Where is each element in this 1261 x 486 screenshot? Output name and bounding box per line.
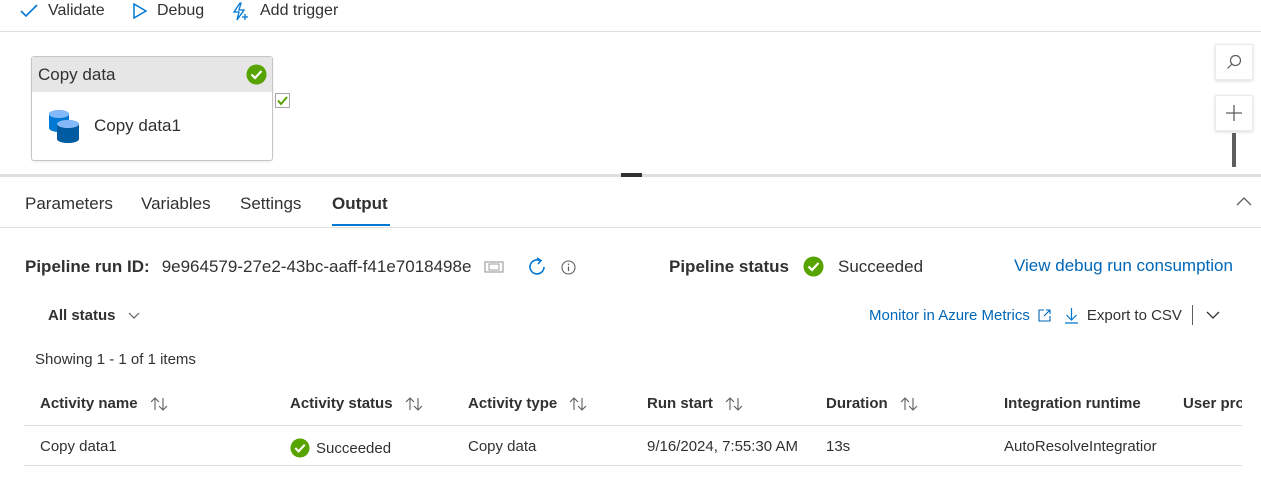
monitor-azure-metrics-link[interactable]: Monitor in Azure Metrics (869, 307, 1030, 324)
column-activity-status[interactable]: Activity status (290, 395, 423, 412)
cell-activity-status: Succeeded (290, 438, 391, 458)
tab-parameters[interactable]: Parameters (25, 194, 113, 214)
checkmark-icon (277, 96, 288, 106)
view-debug-consumption-link[interactable]: View debug run consumption (1014, 256, 1233, 276)
cell-activity-type: Copy data (468, 438, 537, 455)
items-count: Showing 1 - 1 of 1 items (35, 351, 196, 368)
add-trigger-button[interactable]: Add trigger (231, 0, 338, 22)
success-icon (246, 64, 267, 85)
resize-handle[interactable] (621, 173, 642, 177)
column-activity-name[interactable]: Activity name (40, 395, 168, 412)
checkmark-icon (20, 4, 38, 18)
header-divider (24, 425, 1242, 426)
separator (1191, 305, 1193, 325)
refresh-icon[interactable] (526, 256, 548, 278)
export-csv-label: Export to CSV (1086, 306, 1182, 324)
run-id-value: 9e964579-27e2-43bc-aaff-f41e7018498e (161, 257, 472, 276)
trigger-icon (232, 1, 248, 20)
status-text: Succeeded (316, 439, 392, 457)
play-icon (133, 3, 147, 19)
zoom-in-button[interactable] (1215, 95, 1253, 131)
info-icon[interactable] (561, 259, 576, 275)
external-link-icon (1038, 308, 1051, 322)
cell-duration: 13s (826, 438, 851, 455)
add-trigger-label: Add trigger (260, 2, 339, 19)
column-label: Integration runtime (1004, 395, 1141, 412)
activity-header: Copy data (32, 57, 272, 92)
column-run-start[interactable]: Run start (647, 395, 743, 412)
cell-integration-runtime: AutoResolveIntegratior (1004, 438, 1157, 455)
chevron-down-icon (128, 312, 139, 319)
column-user-properties[interactable]: User pro (1183, 395, 1242, 412)
status-filter-dropdown[interactable]: All status (48, 307, 140, 324)
sort-icon (405, 396, 422, 411)
status-value: Succeeded (837, 256, 924, 276)
column-activity-type[interactable]: Activity type (468, 395, 587, 412)
export-csv-button[interactable]: Export to CSV (1064, 306, 1182, 324)
pipeline-toolbar: Validate Debug Add trigger (0, 0, 1261, 32)
tab-variables[interactable]: Variables (141, 194, 211, 214)
zoom-slider[interactable] (1232, 133, 1236, 167)
cell-run-start: 9/16/2024, 7:55:30 AM (647, 438, 798, 455)
pipeline-run-id: Pipeline run ID: 9e964579-27e2-43bc-aaff… (25, 256, 576, 278)
activity-name: Copy data1 (94, 116, 181, 135)
pipeline-canvas[interactable]: Copy data Copy data1 (0, 33, 1261, 175)
success-icon (803, 256, 824, 277)
debug-label: Debug (157, 2, 205, 19)
search-canvas-button[interactable] (1215, 44, 1253, 80)
download-icon (1064, 307, 1078, 324)
column-label: Run start (647, 395, 713, 412)
sort-icon (150, 396, 167, 411)
panel-tabs: Parameters Variables Settings Output (0, 186, 1261, 228)
column-label: Activity status (290, 395, 393, 412)
on-success-port[interactable] (275, 93, 290, 108)
column-label: Activity name (40, 395, 138, 412)
chevron-up-icon[interactable] (1236, 196, 1252, 206)
activity-type-label: Copy data (38, 64, 116, 84)
validate-button[interactable]: Validate (20, 0, 105, 22)
status-label: Pipeline status (669, 256, 789, 276)
column-label: Duration (826, 395, 888, 412)
column-label: Activity type (468, 395, 558, 412)
validate-label: Validate (48, 2, 105, 19)
search-icon (1227, 54, 1242, 69)
chevron-down-icon[interactable] (1206, 311, 1220, 320)
active-tab-indicator (332, 224, 390, 226)
success-icon (290, 438, 310, 458)
activity-body: Copy data1 (32, 92, 272, 160)
run-id-label: Pipeline run ID: (25, 257, 150, 276)
pipeline-status: Pipeline status Succeeded (669, 256, 923, 277)
copy-data-activity[interactable]: Copy data Copy data1 (31, 56, 273, 161)
column-label: User pro (1183, 395, 1242, 412)
status-filter-label: All status (48, 307, 116, 324)
debug-button[interactable]: Debug (133, 0, 204, 22)
tab-settings[interactable]: Settings (240, 194, 301, 214)
sort-icon (900, 396, 918, 411)
row-divider (24, 465, 1242, 466)
tab-output[interactable]: Output (332, 194, 388, 214)
plus-icon (1226, 105, 1242, 121)
column-duration[interactable]: Duration (826, 395, 918, 412)
cell-activity-name[interactable]: Copy data1 (40, 438, 117, 455)
output-actions: Monitor in Azure Metrics Export to CSV (869, 305, 1220, 325)
sort-icon (569, 396, 587, 411)
database-icon (49, 110, 79, 143)
copy-icon[interactable] (484, 260, 505, 274)
column-integration-runtime[interactable]: Integration runtime (1004, 395, 1141, 412)
sort-icon (725, 396, 743, 411)
